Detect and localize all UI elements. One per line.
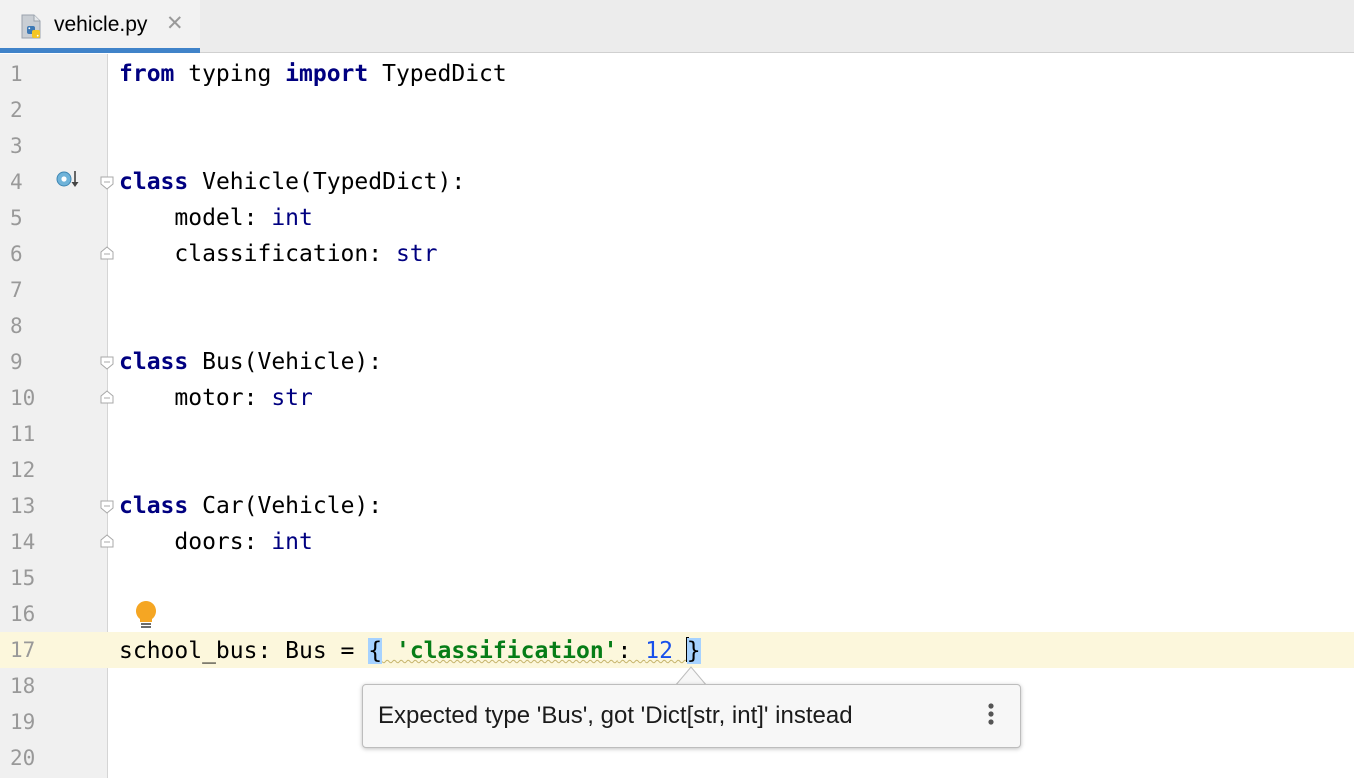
line-text[interactable]: school_bus: Bus = { 'classification': 12… [119, 637, 701, 664]
more-vertical-icon[interactable] [981, 699, 1001, 731]
number-literal: 12 [645, 638, 673, 664]
line-number: 1 [10, 62, 23, 86]
identifier: typing [174, 61, 286, 87]
string-literal: 'classification' [395, 638, 618, 664]
line-number: 6 [10, 242, 23, 266]
line-number: 17 [10, 638, 36, 662]
editor-tab-bar: vehicle.py ✕ [0, 0, 1354, 53]
line-text[interactable]: from typing import TypedDict [119, 61, 507, 87]
code-line[interactable]: 4 class Vehicle(TypedDict): [0, 164, 1354, 200]
line-text[interactable]: doors: int [119, 529, 313, 555]
fold-collapse-icon[interactable] [100, 176, 114, 190]
identifier: TypedDict [368, 61, 507, 87]
code-line[interactable]: 6 classification: str [0, 236, 1354, 272]
keyword: from [119, 61, 175, 87]
builtin-type: str [395, 241, 438, 267]
matched-brace-open: { [368, 638, 383, 664]
identifier: Car(Vehicle): [188, 493, 383, 519]
fold-collapse-icon[interactable] [100, 500, 114, 514]
fold-collapse-icon[interactable] [100, 356, 114, 370]
line-number: 5 [10, 206, 23, 230]
active-tab-indicator [0, 48, 200, 53]
keyword: class [119, 493, 189, 519]
code-line[interactable]: 9 class Bus(Vehicle): [0, 344, 1354, 380]
tooltip-message: Expected type 'Bus', got 'Dict[str, int]… [378, 702, 853, 729]
builtin-type: int [271, 529, 313, 555]
implemented-override-icon[interactable] [55, 166, 81, 192]
identifier: Vehicle(TypedDict): [188, 169, 466, 195]
type-error-region[interactable]: 'classification': 12 [382, 638, 687, 664]
identifier: school_bus: Bus = [119, 638, 369, 664]
line-number: 2 [10, 98, 23, 122]
inspection-tooltip[interactable]: Expected type 'Bus', got 'Dict[str, int]… [362, 684, 1021, 748]
lightbulb-icon[interactable] [132, 599, 160, 631]
line-number: 13 [10, 494, 36, 518]
punctuation: : [617, 638, 646, 664]
code-line[interactable]: 16 [0, 596, 1354, 632]
builtin-type: str [271, 385, 313, 411]
code-line[interactable]: 14 doors: int [0, 524, 1354, 560]
code-line[interactable]: 12 [0, 452, 1354, 488]
line-number: 10 [10, 386, 36, 410]
line-number: 7 [10, 278, 23, 302]
builtin-type: int [271, 205, 313, 231]
line-number: 12 [10, 458, 36, 482]
code-line[interactable]: 11 [0, 416, 1354, 452]
line-text[interactable]: model: int [119, 205, 313, 231]
line-number: 18 [10, 674, 36, 698]
tab-vehicle-py[interactable]: vehicle.py ✕ [0, 0, 200, 53]
close-icon[interactable]: ✕ [166, 13, 184, 34]
line-text[interactable]: motor: str [119, 385, 313, 411]
fold-end-icon[interactable] [100, 534, 114, 548]
line-number: 9 [10, 350, 23, 374]
code-line[interactable]: 13 class Car(Vehicle): [0, 488, 1354, 524]
line-number: 19 [10, 710, 36, 734]
line-number: 8 [10, 314, 23, 338]
code-line[interactable]: 5 model: int [0, 200, 1354, 236]
keyword: class [119, 169, 189, 195]
line-number: 15 [10, 566, 36, 590]
code-line[interactable]: 10 motor: str [0, 380, 1354, 416]
code-line-current[interactable]: 17 school_bus: Bus = { 'classification':… [0, 632, 1354, 668]
line-number: 4 [10, 170, 23, 194]
line-number: 16 [10, 602, 36, 626]
code-line[interactable]: 8 [0, 308, 1354, 344]
fold-end-icon[interactable] [100, 246, 114, 260]
line-text[interactable]: class Car(Vehicle): [119, 493, 382, 519]
code-line[interactable]: 2 [0, 92, 1354, 128]
identifier: motor: [119, 385, 272, 411]
fold-end-icon[interactable] [100, 390, 114, 404]
matched-brace-close: } [686, 638, 701, 664]
identifier: doors: [119, 529, 272, 555]
line-text[interactable]: class Bus(Vehicle): [119, 349, 382, 375]
identifier: Bus(Vehicle): [188, 349, 383, 375]
identifier: classification: [119, 241, 396, 267]
identifier: model: [119, 205, 272, 231]
line-text[interactable]: class Vehicle(TypedDict): [119, 169, 465, 195]
line-number: 14 [10, 530, 36, 554]
code-line[interactable]: 15 [0, 560, 1354, 596]
python-file-icon [21, 14, 41, 39]
keyword: import [285, 61, 369, 87]
line-number: 11 [10, 422, 36, 446]
code-line[interactable]: 3 [0, 128, 1354, 164]
code-line[interactable]: 7 [0, 272, 1354, 308]
code-line[interactable]: 1 from typing import TypedDict [0, 56, 1354, 92]
line-number: 3 [10, 134, 23, 158]
line-text[interactable]: classification: str [119, 241, 438, 267]
keyword: class [119, 349, 189, 375]
line-number: 20 [10, 746, 36, 770]
tab-label: vehicle.py [54, 13, 148, 36]
